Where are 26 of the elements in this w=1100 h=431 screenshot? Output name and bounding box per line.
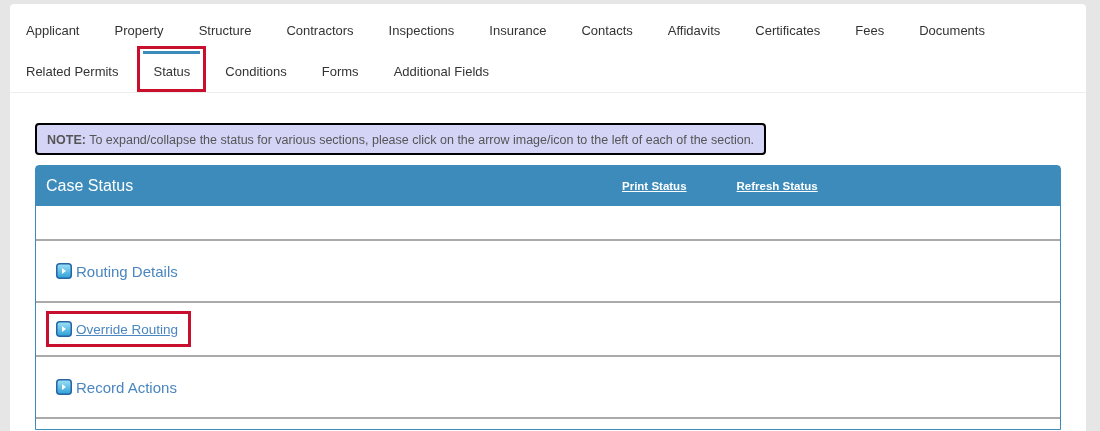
expand-icon[interactable] <box>56 263 72 279</box>
tab[interactable]: Affidavits <box>657 10 731 51</box>
expand-icon[interactable] <box>56 379 72 395</box>
tab[interactable]: Contractors <box>276 10 364 51</box>
tab[interactable]: Contacts <box>571 10 643 51</box>
tab[interactable]: Documents <box>909 10 995 51</box>
tab[interactable]: Insurance <box>479 10 557 51</box>
tab[interactable]: Property <box>104 10 174 51</box>
section-heading[interactable]: Record Actions <box>76 378 177 396</box>
note-text: NOTE: To expand/collapse the status for various sections, please click on the arrow image/icon to the left of each of the section. <box>47 133 755 147</box>
tab[interactable]: Certificates <box>745 10 831 51</box>
tab[interactable]: Structure <box>188 10 262 51</box>
section-heading[interactable]: Routing Details <box>76 262 178 280</box>
tab[interactable]: Inspections <box>378 10 465 51</box>
tab[interactable]: Additional Fields <box>383 51 499 92</box>
tab[interactable]: Related Permits <box>16 51 129 92</box>
tab[interactable]: Fees <box>845 10 895 51</box>
header-link[interactable]: Refresh Status <box>736 180 818 192</box>
tab[interactable]: Conditions <box>215 51 297 92</box>
tab[interactable]: Status <box>143 51 201 92</box>
header-link[interactable]: Print Status <box>622 180 687 192</box>
panel-title: Case Status <box>46 177 135 195</box>
tab[interactable]: Applicant <box>16 10 90 51</box>
expand-icon[interactable] <box>56 321 72 337</box>
section-link[interactable]: Override Routing <box>76 321 179 337</box>
tab[interactable]: Forms <box>311 51 369 92</box>
